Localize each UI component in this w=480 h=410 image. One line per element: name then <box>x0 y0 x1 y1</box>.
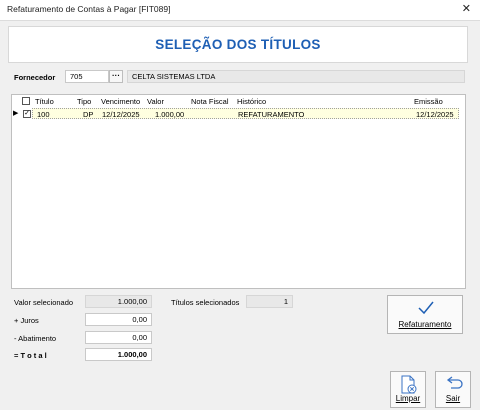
header-panel: SELEÇÃO DOS TÍTULOS <box>8 26 468 63</box>
row-pointer-icon: ▶ <box>13 110 19 117</box>
page-title: SELEÇÃO DOS TÍTULOS <box>155 37 321 52</box>
valor-selecionado-field: 1.000,00 <box>85 295 152 308</box>
select-all-checkbox[interactable] <box>22 97 30 105</box>
cell-emissao: 12/12/2025 <box>416 110 454 119</box>
column-header-nota-fiscal[interactable]: Nota Fiscal <box>191 97 229 106</box>
row-checkbox[interactable]: ✓ <box>23 110 31 118</box>
titulos-selecionados-field: 1 <box>246 295 293 308</box>
clear-document-icon <box>401 375 417 394</box>
sair-label: Sair <box>445 394 461 403</box>
fornecedor-lookup-button[interactable]: ··· <box>109 70 123 83</box>
refaturamento-button[interactable]: Refaturamento <box>387 295 463 334</box>
column-header-emissao[interactable]: Emissão <box>414 97 443 106</box>
column-header-valor[interactable]: Valor <box>147 97 164 106</box>
limpar-button[interactable]: Limpar <box>390 371 426 408</box>
juros-label: + Juros <box>14 316 39 325</box>
column-header-titulo[interactable]: Título <box>35 97 54 106</box>
window-title: Refaturamento de Contas à Pagar [FIT089] <box>7 4 171 14</box>
titles-grid[interactable]: Título Tipo Vencimento Valor Nota Fiscal… <box>11 94 466 289</box>
exit-arrow-icon <box>446 376 463 389</box>
window-titlebar: Refaturamento de Contas à Pagar [FIT089]… <box>0 0 480 21</box>
column-header-historico[interactable]: Histórico <box>237 97 266 106</box>
titulos-selecionados-label: Títulos selecionados <box>171 298 240 307</box>
fornecedor-code-input[interactable]: 705 <box>65 70 109 83</box>
abatimento-input[interactable]: 0,00 <box>85 331 152 344</box>
column-header-vencimento[interactable]: Vencimento <box>101 97 140 106</box>
cell-titulo: 100 <box>37 110 50 119</box>
total-label: = T o t a l <box>14 351 47 360</box>
checkmark-icon <box>418 301 434 315</box>
sair-button[interactable]: Sair <box>435 371 471 408</box>
juros-input[interactable]: 0,00 <box>85 313 152 326</box>
cell-tipo: DP <box>83 110 94 119</box>
close-icon[interactable]: ✕ <box>462 2 471 15</box>
limpar-label: Limpar <box>395 394 421 403</box>
total-field: 1.000,00 <box>85 348 152 361</box>
abatimento-label: - Abatimento <box>14 334 57 343</box>
cell-vencimento: 12/12/2025 <box>102 110 140 119</box>
refaturamento-label: Refaturamento <box>398 320 452 329</box>
cell-historico: REFATURAMENTO <box>238 110 305 119</box>
fornecedor-label: Fornecedor <box>14 73 56 82</box>
fornecedor-name-field: CELTA SISTEMAS LTDA <box>127 70 465 83</box>
cell-valor: 1.000,00 <box>155 110 185 119</box>
column-header-tipo[interactable]: Tipo <box>77 97 91 106</box>
valor-selecionado-label: Valor selecionado <box>14 298 74 307</box>
